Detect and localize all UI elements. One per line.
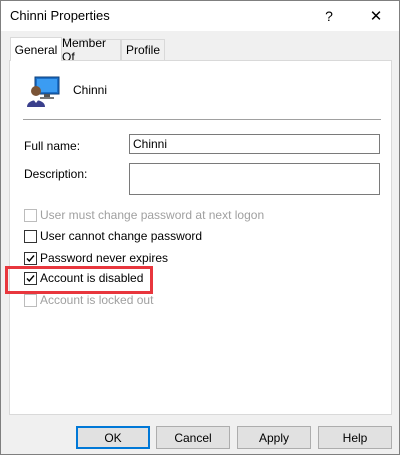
apply-button[interactable]: Apply [237, 426, 311, 449]
help-icon[interactable]: ? [306, 1, 352, 31]
option-label: Account is locked out [40, 293, 154, 307]
full-name-label: Full name: [24, 139, 81, 153]
user-display-name: Chinni [73, 83, 108, 97]
title-bar: Chinni Properties ? ✕ [1, 1, 399, 31]
properties-dialog: Chinni Properties ? ✕ General Member Of … [0, 0, 400, 455]
close-icon[interactable]: ✕ [353, 1, 399, 31]
highlight-box [5, 266, 153, 294]
checkbox[interactable] [24, 208, 37, 222]
full-name-field[interactable]: Chinni [129, 134, 380, 154]
help-button[interactable]: Help [318, 426, 392, 449]
cancel-button[interactable]: Cancel [156, 426, 230, 449]
option-password-never-expires[interactable]: Password never expires [24, 250, 168, 266]
description-label: Description: [24, 167, 88, 181]
tab-profile[interactable]: Profile [121, 39, 165, 60]
window-title: Chinni Properties [10, 8, 110, 23]
tab-general[interactable]: General [10, 37, 62, 61]
user-icon [27, 76, 60, 107]
option-label: Password never expires [40, 251, 169, 265]
option-must-change-password[interactable]: User must change password at next logon [24, 207, 264, 223]
checkbox[interactable] [24, 293, 37, 307]
ok-button[interactable]: OK [76, 426, 150, 449]
option-account-locked-out[interactable]: Account is locked out [24, 292, 153, 308]
option-cannot-change-password[interactable]: User cannot change password [24, 228, 202, 244]
option-label: User must change password at next logon [40, 208, 265, 222]
separator [23, 119, 381, 120]
checkbox[interactable] [24, 251, 37, 265]
tab-member-of[interactable]: Member Of [61, 36, 121, 64]
general-tab-panel: Chinni Full name: Chinni Description: Us… [9, 60, 392, 415]
description-field[interactable] [129, 163, 380, 195]
option-label: User cannot change password [40, 229, 203, 243]
checkmark-icon [26, 254, 35, 262]
checkbox[interactable] [24, 229, 37, 243]
